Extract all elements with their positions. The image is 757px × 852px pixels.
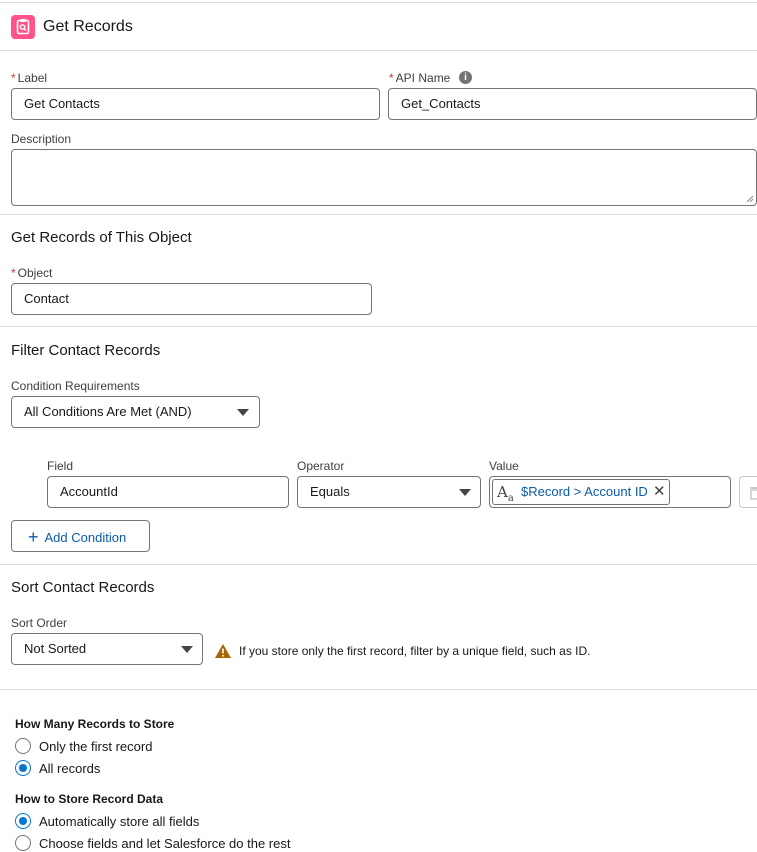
radio-only-first-label: Only the first record [39,739,153,754]
get-records-icon [11,15,35,39]
warning-icon [215,644,231,658]
description-label: Description [11,132,72,146]
condition-requirements-select[interactable]: All Conditions Are Met (AND) [11,396,260,428]
api-name-field-label: * API Name [389,71,451,85]
condition-requirements-value: All Conditions Are Met (AND) [24,404,192,419]
value-pill[interactable]: Aa $Record > Account ID ✕ [492,479,670,505]
remove-pill-icon[interactable]: ✕ [653,480,666,504]
header-divider [0,50,757,51]
sort-warning-text: If you store only the first record, filt… [239,644,591,658]
add-condition-button[interactable]: + Add Condition [11,520,150,552]
condition-operator-value: Equals [310,484,350,499]
sort-section-title: Sort Contact Records [11,579,155,596]
object-input[interactable]: Contact [11,283,372,315]
how-many-records-title: How Many Records to Store [15,717,175,731]
add-icon: + [28,527,39,547]
sort-order-label: Sort Order [11,616,68,630]
condition-field-input[interactable]: AccountId [47,476,289,508]
chevron-down-icon [237,409,249,416]
condition-operator-select[interactable]: Equals [297,476,481,508]
radio-auto-store[interactable] [15,813,31,829]
divider-filter [0,326,757,327]
description-textarea[interactable] [11,149,757,206]
field-column-header: Field [47,459,74,473]
sort-order-select[interactable]: Not Sorted [11,633,203,665]
filter-section-title: Filter Contact Records [11,342,161,359]
label-field-label: * Label [11,71,48,85]
radio-only-first[interactable] [15,738,31,754]
object-section-title: Get Records of This Object [11,229,192,246]
page-title: Get Records [43,18,133,35]
radio-auto-store-label: Automatically store all fields [39,814,200,829]
object-field-label: * Object [11,266,53,280]
chevron-down-icon [459,489,471,496]
text-type-icon: Aa [497,483,514,504]
trash-icon [750,487,757,500]
radio-choose-fields[interactable] [15,835,31,851]
label-input[interactable]: Get Contacts [11,88,380,120]
divider-store [0,689,757,690]
api-name-input[interactable]: Get_Contacts [388,88,757,120]
radio-choose-fields-label: Choose fields and let Salesforce do the … [39,836,291,851]
how-to-store-title: How to Store Record Data [15,792,164,806]
condition-requirements-label: Condition Requirements [11,379,140,393]
chevron-down-icon [181,646,193,653]
value-column-header: Value [489,459,519,473]
radio-all-records[interactable] [15,760,31,776]
delete-condition-button[interactable] [739,476,757,508]
sort-order-value: Not Sorted [24,641,87,656]
operator-column-header: Operator [297,459,345,473]
condition-value-input[interactable]: Aa $Record > Account ID ✕ [489,476,731,508]
info-icon[interactable]: i [459,71,472,84]
divider-object [0,214,757,215]
top-divider [0,2,757,3]
add-condition-label: Add Condition [44,530,127,545]
divider-sort [0,564,757,565]
value-pill-label: $Record > Account ID [521,484,648,499]
resize-handle-icon[interactable] [746,195,754,203]
radio-all-records-label: All records [39,761,101,776]
